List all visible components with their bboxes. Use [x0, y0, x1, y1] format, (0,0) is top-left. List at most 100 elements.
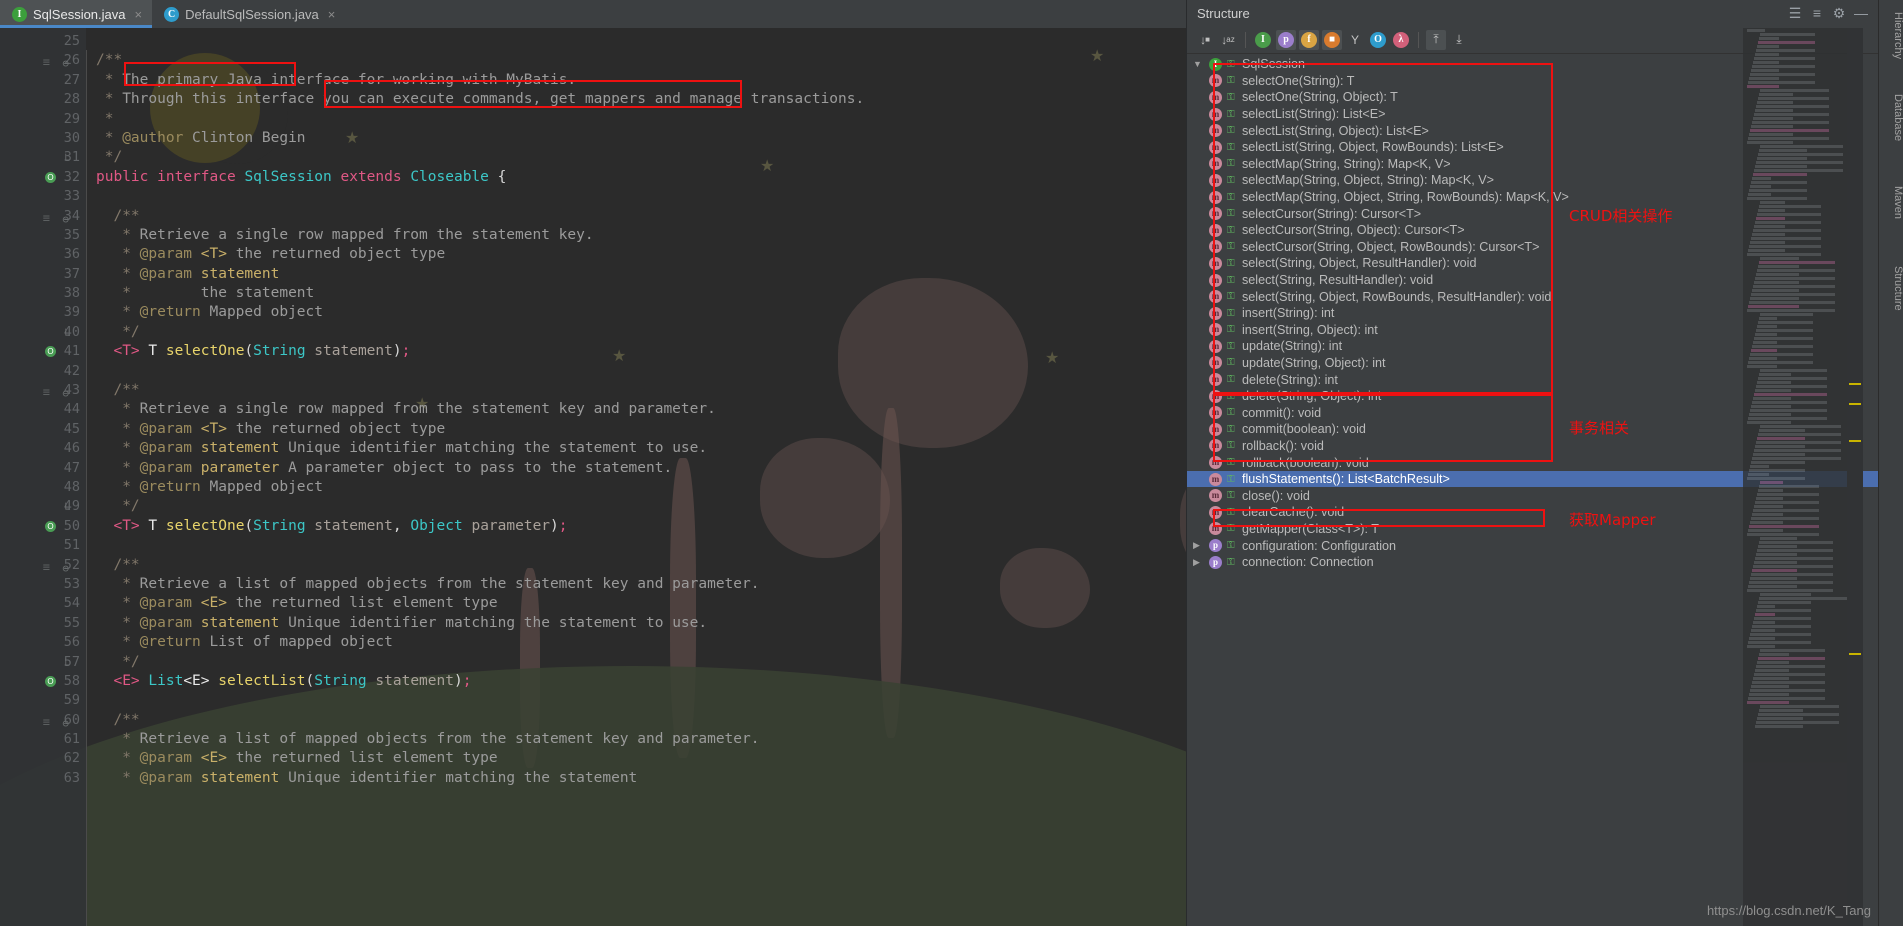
marker: [1849, 383, 1861, 385]
minimap-line: [1754, 561, 1797, 564]
annotation-label-mapper: 获取Mapper: [1569, 511, 1656, 529]
collapse-all-icon[interactable]: ≡: [1806, 5, 1828, 21]
minimap-line: [1759, 261, 1835, 264]
structure-item-label: commit(): void: [1242, 405, 1322, 420]
code-content[interactable]: /** * The primary Java interface for wor…: [86, 28, 1186, 926]
structure-item-label: selectList(String, Object, RowBounds): L…: [1242, 140, 1504, 155]
editor-tab-label: DefaultSqlSession.java: [185, 6, 319, 22]
minimap-line: [1759, 373, 1791, 376]
code-token: /**: [96, 207, 140, 224]
tool-maven[interactable]: Maven: [1879, 180, 1903, 225]
public-visibility-icon: ⚿: [1227, 506, 1235, 518]
show-inherited-button[interactable]: I: [1253, 30, 1273, 50]
chevron-right-icon[interactable]: ▶: [1193, 557, 1204, 568]
code-token: Unique identifier matching the statement: [279, 769, 638, 786]
code-token: *: [96, 129, 123, 146]
implementation-marker-icon[interactable]: O: [45, 171, 56, 183]
code-token: Retrieve a single row mapped from the st…: [139, 226, 594, 243]
show-non-public-button[interactable]: ■: [1322, 29, 1342, 50]
minimap-line: [1756, 105, 1829, 108]
editor-tab-bar: I SqlSession.java × C DefaultSqlSession.java…: [0, 0, 1186, 28]
code-token: <E>: [192, 595, 227, 612]
close-icon[interactable]: ×: [328, 7, 336, 22]
code-token: Mapped object: [200, 478, 323, 495]
code-token: the statement: [200, 285, 315, 302]
editor-minimap[interactable]: [1743, 28, 1847, 926]
code-line: * @param <T> the returned object type: [86, 420, 1186, 439]
chevron-right-icon[interactable]: ▶: [1193, 540, 1204, 551]
show-anonymous-classes-button[interactable]: O: [1368, 30, 1388, 50]
minimap-line: [1758, 657, 1825, 660]
implementation-marker-icon[interactable]: O: [45, 675, 56, 687]
hide-panel-icon[interactable]: —: [1850, 5, 1872, 21]
collapse-all-button[interactable]: ⤓: [1449, 30, 1469, 50]
code-token: @param: [139, 459, 193, 476]
code-token: the returned object type: [226, 420, 446, 437]
implementation-marker-icon[interactable]: O: [45, 346, 56, 358]
settings-gear-icon[interactable]: ⚙: [1828, 5, 1850, 22]
show-lambdas-button[interactable]: λ: [1391, 30, 1411, 50]
code-token: Retrieve a list of mapped objects from t…: [139, 575, 760, 592]
code-token: /**: [96, 556, 140, 573]
minimap-line: [1753, 453, 1805, 456]
code-editor[interactable]: ★ ★ ★ ★ ★ ★ 25 26 ≡ ⊖ 27 28 29 30 31 └ 32 O 33 34 ≡ ⊖ 35…: [0, 28, 1186, 926]
minimap-line: [1748, 417, 1827, 420]
show-properties-button-glyph: p: [1278, 31, 1294, 48]
expand-all-button[interactable]: ⤒: [1426, 29, 1446, 50]
method-icon: m: [1209, 356, 1222, 370]
sort-by-visibility-button[interactable]: ↓ ■: [1195, 30, 1215, 50]
code-token: /**: [96, 382, 140, 399]
public-visibility-icon: ⚿: [1227, 540, 1235, 552]
chevron-down-icon[interactable]: ▼: [1193, 59, 1204, 69]
implementation-marker-icon[interactable]: O: [45, 520, 56, 532]
editor-tab-0[interactable]: I SqlSession.java ×: [0, 0, 153, 28]
method-icon: m: [1209, 140, 1222, 154]
gutter-line: 47: [63, 459, 80, 476]
tool-database[interactable]: Database: [1879, 88, 1903, 147]
group-methods-icon[interactable]: Y: [1345, 30, 1365, 50]
code-token: ;: [462, 672, 472, 689]
show-properties-button[interactable]: p: [1276, 29, 1296, 50]
show-fields-button[interactable]: f: [1299, 29, 1319, 50]
structure-item-label: selectCursor(String, Object): Cursor<T>: [1242, 223, 1465, 238]
minimap-line: [1747, 29, 1765, 32]
minimap-line: [1760, 593, 1811, 596]
minimap-line: [1760, 649, 1825, 652]
group-methods-icon-glyph: Y: [1350, 32, 1359, 47]
code-token: Unique identifier matching the statement…: [279, 614, 708, 631]
minimap-line: [1752, 569, 1797, 572]
public-visibility-icon: ⚿: [1227, 208, 1235, 220]
public-visibility-icon: ⚿: [1227, 75, 1235, 87]
expand-all-icon[interactable]: ☰: [1784, 5, 1806, 22]
code-token: *: [96, 304, 140, 321]
gutter-line: 35: [63, 226, 80, 243]
code-line: * @param parameter A parameter object to…: [86, 459, 1186, 478]
public-visibility-icon: ⚿: [1227, 523, 1235, 535]
gutter-line: 33: [63, 188, 80, 205]
editor-tab-1[interactable]: C DefaultSqlSession.java ×: [152, 0, 345, 28]
minimap-line: [1759, 597, 1847, 600]
close-icon[interactable]: ×: [135, 7, 143, 22]
editor-marker-strip[interactable]: [1847, 28, 1863, 926]
tool-structure[interactable]: Structure: [1879, 260, 1903, 317]
editor-gutter[interactable]: 25 26 ≡ ⊖ 27 28 29 30 31 └ 32 O 33 34 ≡ ⊖ 35 36 37 38 39 40 └ 4…: [0, 28, 86, 926]
code-token: <E>: [183, 672, 219, 689]
code-token: ): [550, 517, 559, 534]
structure-item-label: select(String, Object, ResultHandler): v…: [1242, 256, 1477, 271]
code-line: * @param statement Unique identifier mat…: [86, 769, 1186, 788]
minimap-line: [1751, 69, 1779, 72]
sort-alphabetically-button[interactable]: ↓ az: [1218, 30, 1238, 50]
code-token: the returned list element type: [226, 595, 498, 612]
code-token: String: [253, 517, 306, 534]
gutter-line: 38: [63, 285, 80, 302]
method-icon: m: [1209, 323, 1222, 337]
code-token: @return: [139, 304, 201, 321]
minimap-line: [1751, 125, 1793, 128]
public-visibility-icon: ⚿: [1227, 407, 1235, 419]
tool-hierarchy[interactable]: Hierarchy: [1879, 6, 1903, 65]
code-token: *: [96, 110, 114, 127]
gutter-line: 54: [63, 595, 80, 612]
